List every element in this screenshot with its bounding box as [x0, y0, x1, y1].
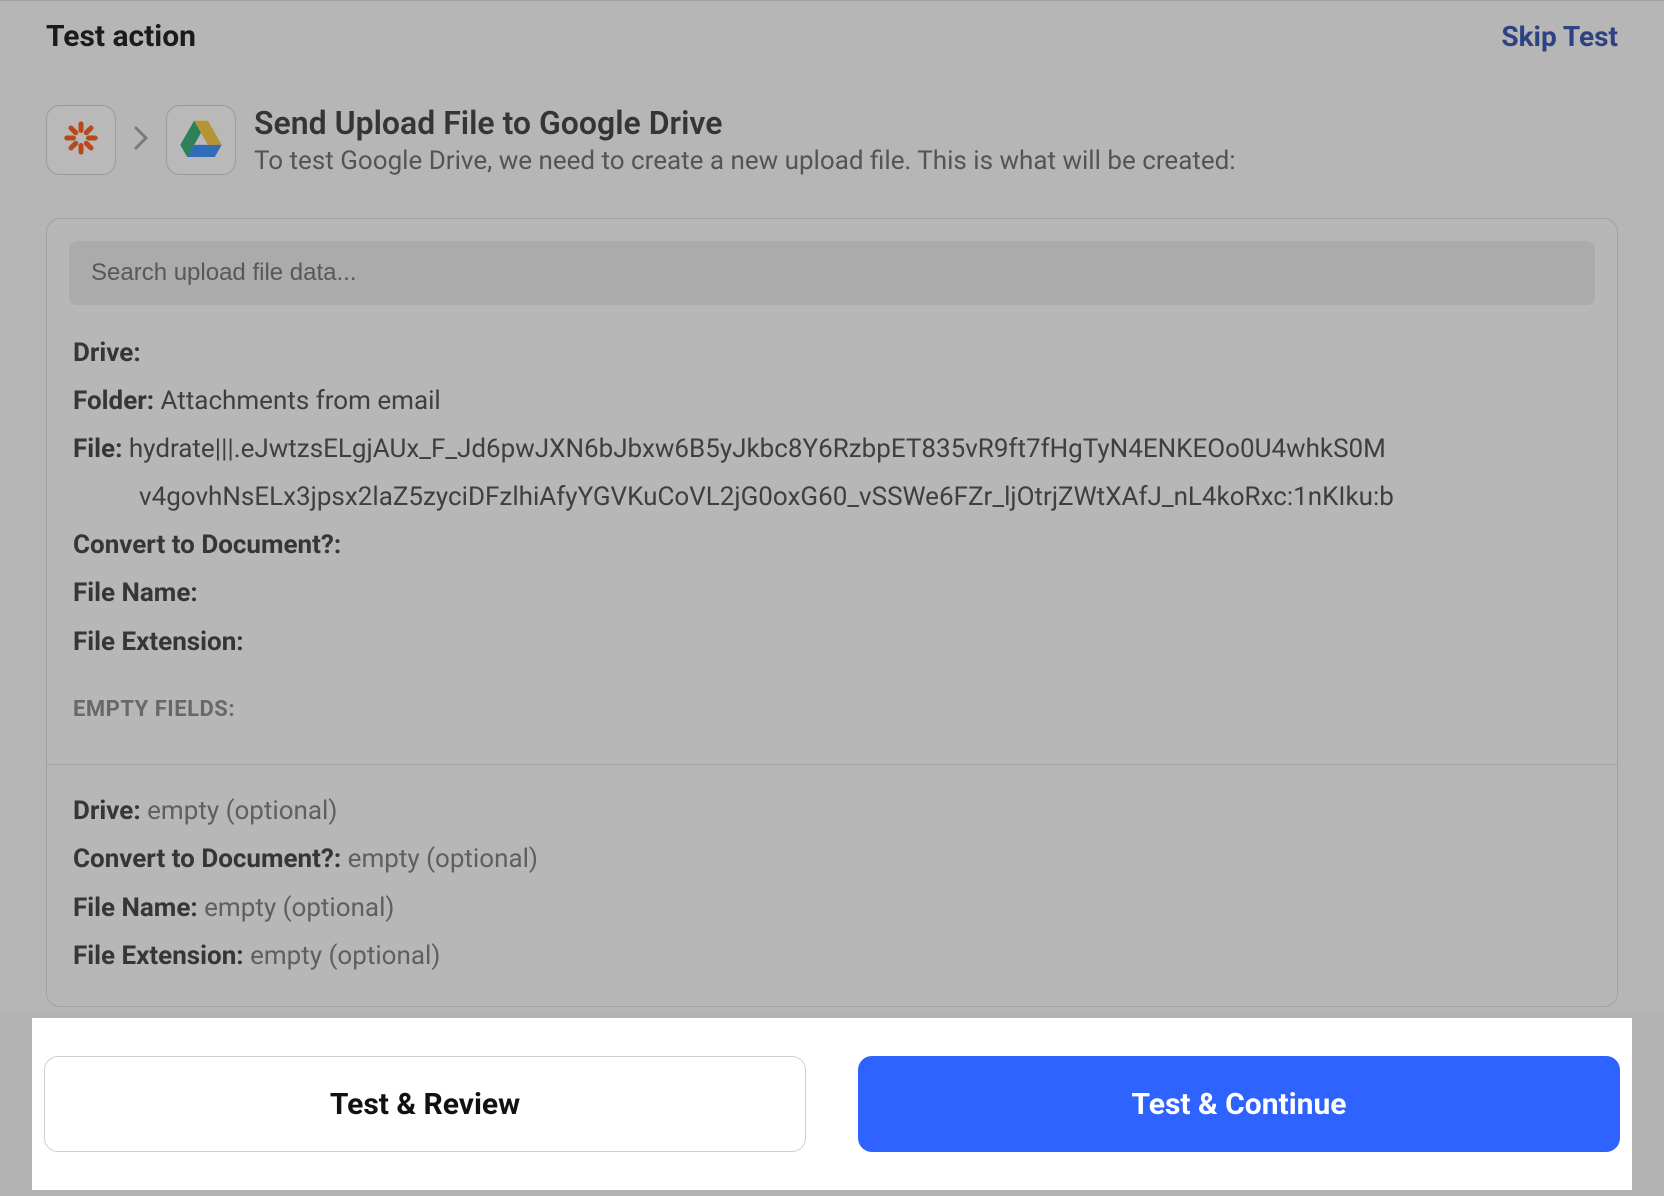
action-subtitle: To test Google Drive, we need to create …: [254, 146, 1236, 176]
field-label: File:: [73, 434, 122, 464]
source-app-icon-box: [46, 105, 116, 175]
field-label: Convert to Document?:: [73, 844, 341, 874]
field-drive: Drive:: [73, 329, 1591, 377]
field-label: File Name:: [73, 893, 198, 923]
field-file: File: hydrate|||.eJwtzsELgjAUx_F_Jd6pwJX…: [73, 425, 1591, 473]
panel-underlay: Test action Skip Test: [0, 0, 1664, 1012]
action-summary-row: Send Upload File to Google Drive To test…: [0, 54, 1664, 176]
field-convert: Convert to Document?:: [73, 521, 1591, 569]
field-label: Drive:: [73, 338, 141, 368]
empty-row: File Extension: empty (optional): [73, 932, 1591, 980]
google-drive-icon: [180, 119, 222, 161]
test-continue-button[interactable]: Test & Continue: [858, 1056, 1620, 1152]
field-file-continued: v4govhNsELx3jpsx2laZ5zyciDFzlhiAfyYGVKuC…: [73, 473, 1591, 521]
skip-test-link[interactable]: Skip Test: [1501, 20, 1618, 53]
field-label: File Extension:: [73, 627, 244, 657]
search-input[interactable]: [91, 259, 1573, 287]
empty-fields-heading: EMPTY FIELDS:: [73, 690, 1591, 731]
action-title: Send Upload File to Google Drive: [254, 104, 1236, 142]
empty-fields-section: Drive: empty (optional) Convert to Docum…: [47, 764, 1617, 1005]
search-box[interactable]: [69, 241, 1595, 305]
field-value: empty (optional): [250, 941, 440, 971]
fields-block: Drive: Folder: Attachments from email Fi…: [47, 329, 1617, 764]
field-filename: File Name:: [73, 569, 1591, 617]
empty-row: File Name: empty (optional): [73, 884, 1591, 932]
field-value: Attachments from email: [161, 386, 441, 416]
field-label: Folder:: [73, 386, 154, 416]
empty-row: Drive: empty (optional): [73, 787, 1591, 835]
field-value: empty (optional): [348, 844, 538, 874]
field-label: File Extension:: [73, 941, 244, 971]
field-value: hydrate|||.eJwtzsELgjAUx_F_Jd6pwJXN6bJbx…: [129, 434, 1386, 464]
zapier-icon: [61, 118, 101, 162]
empty-row: Convert to Document?: empty (optional): [73, 835, 1591, 883]
field-label: File Name:: [73, 578, 198, 608]
action-text: Send Upload File to Google Drive To test…: [254, 104, 1236, 176]
field-value: empty (optional): [204, 893, 394, 923]
header-row: Test action Skip Test: [0, 1, 1664, 54]
chevron-right-icon: [134, 126, 148, 154]
section-title: Test action: [46, 19, 196, 54]
field-value: empty (optional): [147, 796, 337, 826]
test-review-button[interactable]: Test & Review: [44, 1056, 806, 1152]
field-label: Convert to Document?:: [73, 530, 341, 560]
field-folder: Folder: Attachments from email: [73, 377, 1591, 425]
target-app-icon-box: [166, 105, 236, 175]
field-label: Drive:: [73, 796, 141, 826]
data-panel: Drive: Folder: Attachments from email Fi…: [46, 218, 1618, 1007]
bottom-action-bar: Test & Review Test & Continue: [32, 1018, 1632, 1190]
field-fileext: File Extension:: [73, 618, 1591, 666]
